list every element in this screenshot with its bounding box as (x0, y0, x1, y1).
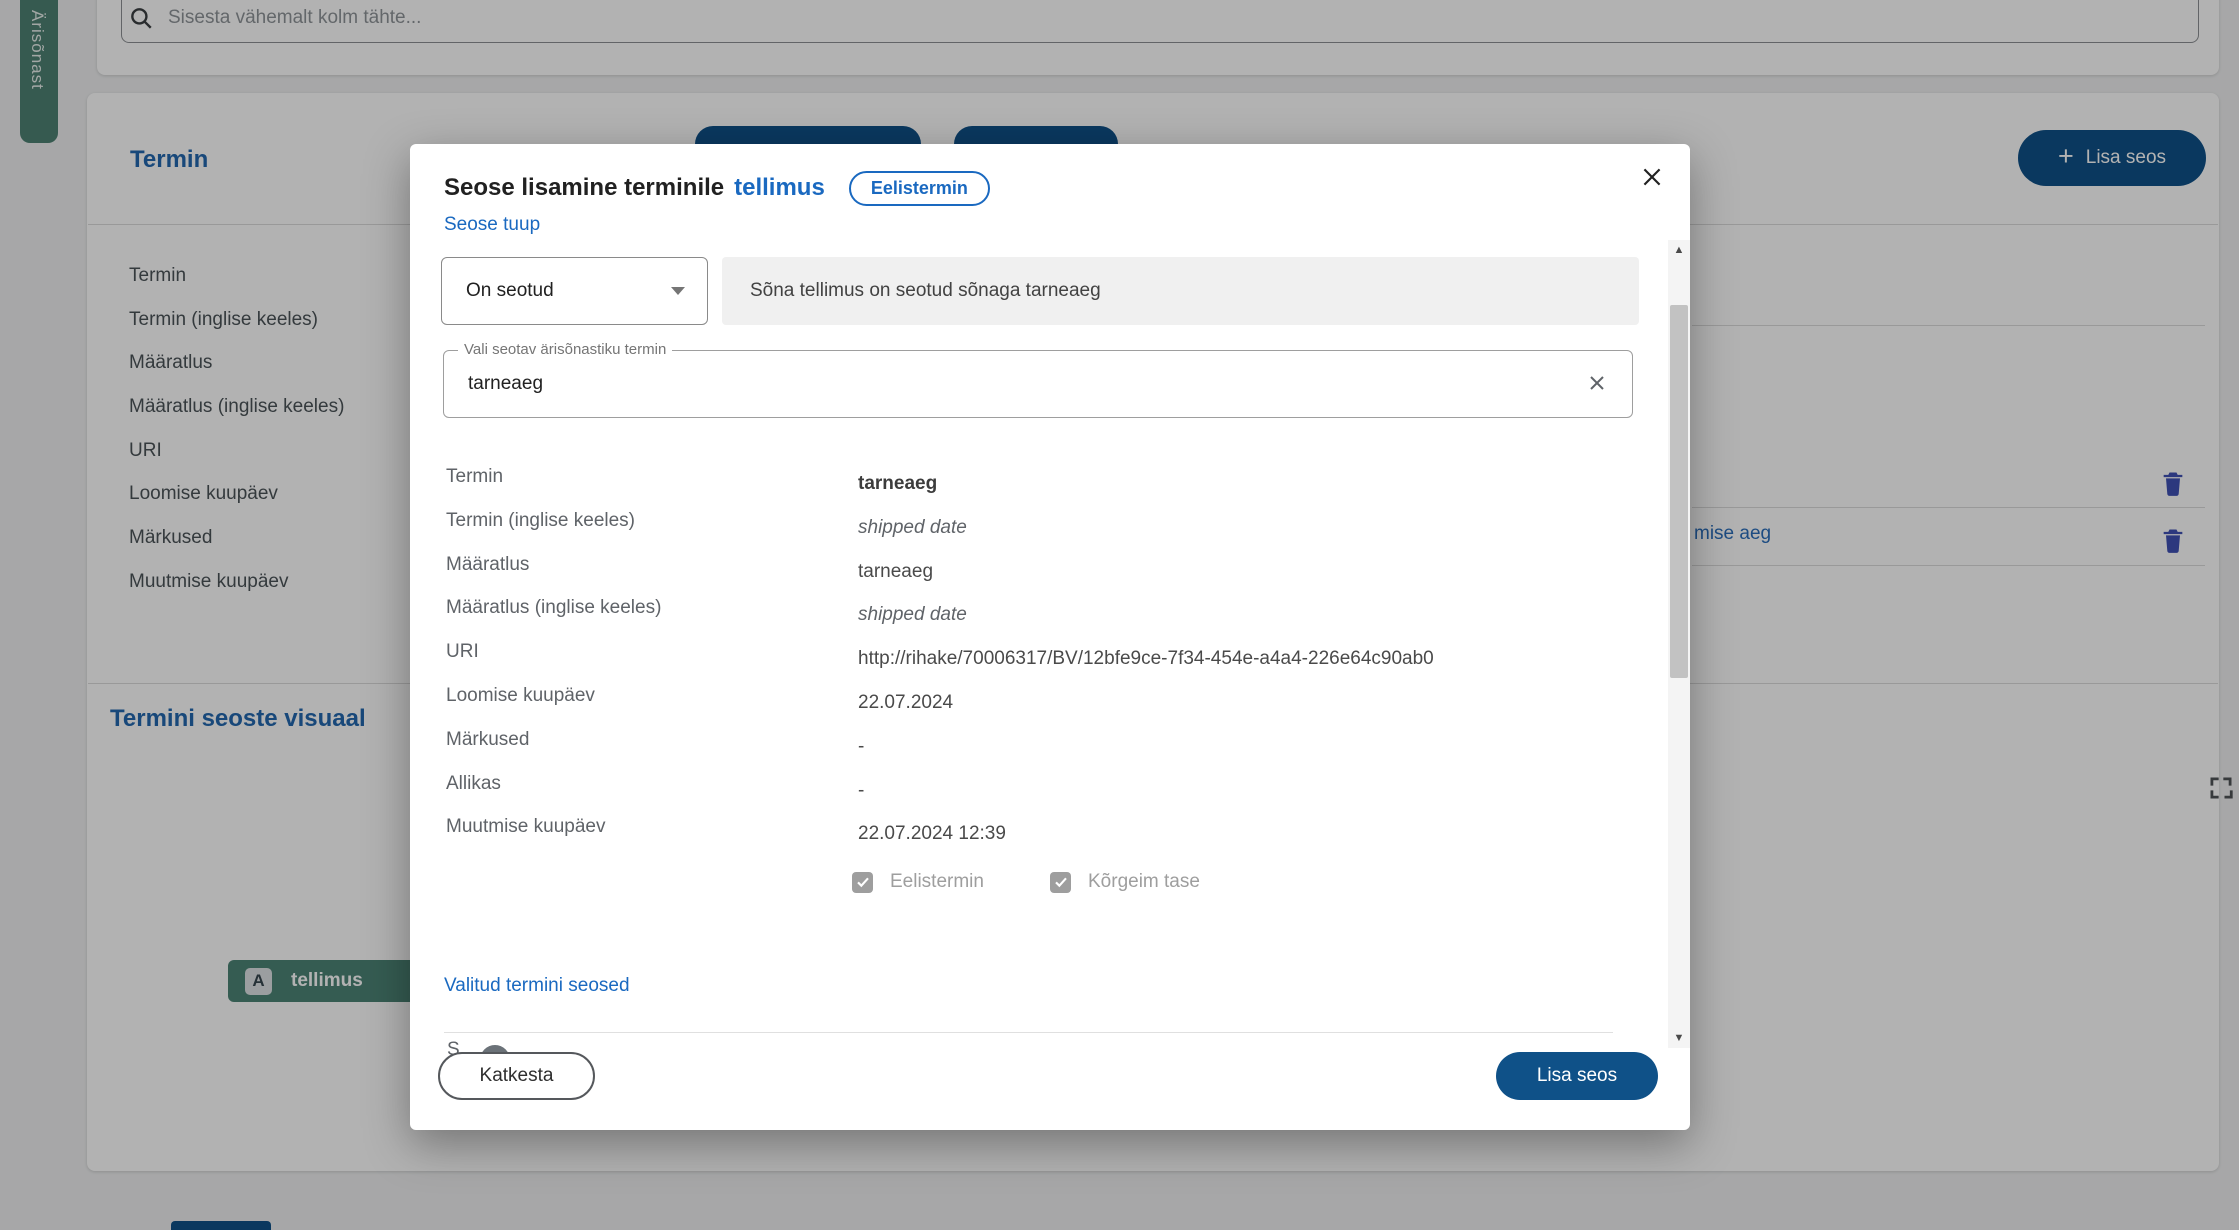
chevron-down-icon (671, 287, 685, 295)
divider (444, 1032, 1613, 1033)
dialog-title-term: tellimus (734, 174, 825, 202)
checkbox-label: Eelistermin (890, 871, 984, 893)
relation-type-section-label: Seose tuup (444, 214, 540, 236)
checkbox-group-korgeim-tase: Kõrgeim tase (1050, 871, 1200, 893)
detail-row: Muutmise kuupäev 22.07.2024 12:39 (446, 812, 1626, 856)
scroll-up-arrow-icon[interactable]: ▲ (1668, 240, 1690, 260)
cancel-button[interactable]: Katkesta (438, 1052, 595, 1100)
check-icon (855, 874, 871, 890)
checkbox-group-eelistermin: Eelistermin (852, 871, 984, 893)
selected-relations-section-label: Valitud termini seosed (444, 975, 630, 997)
detail-row: Loomise kuupäev 22.07.2024 (446, 681, 1626, 725)
add-relation-dialog: Seose lisamine terminile tellimus Eelist… (410, 144, 1690, 1130)
relation-type-select[interactable]: On seotud (441, 257, 708, 325)
close-icon[interactable] (1632, 158, 1672, 198)
detail-row: Termin tarneaeg (446, 462, 1626, 506)
term-details: Termin tarneaeg Termin (inglise keeles) … (446, 462, 1626, 856)
relation-sentence: Sõna tellimus on seotud sõnaga tarneaeg (722, 257, 1639, 325)
detail-row: Märkused - (446, 725, 1626, 769)
detail-row: Määratlus tarneaeg (446, 550, 1626, 594)
detail-row: Allikas - (446, 769, 1626, 813)
clear-icon[interactable] (1578, 365, 1616, 403)
term-search-field: Vali seotav ärisõnastiku termin (443, 350, 1633, 418)
relation-type-value: On seotud (466, 280, 671, 302)
submit-relation-button[interactable]: Lisa seos (1496, 1052, 1658, 1100)
detail-row: URI http://rihake/70006317/BV/12bfe9ce-7… (446, 637, 1626, 681)
checkbox-label: Kõrgeim tase (1088, 871, 1200, 893)
detail-row: Termin (inglise keeles) shipped date (446, 506, 1626, 550)
korgeim-tase-checkbox[interactable] (1050, 872, 1071, 893)
eelistermin-checkbox[interactable] (852, 872, 873, 893)
dialog-title-text: Seose lisamine terminile (444, 174, 724, 202)
scroll-down-arrow-icon[interactable]: ▼ (1668, 1028, 1690, 1048)
term-search-input[interactable] (468, 351, 1578, 417)
detail-row: Määratlus (inglise keeles) shipped date (446, 593, 1626, 637)
scrollbar-thumb[interactable] (1670, 305, 1688, 678)
check-icon (1053, 874, 1069, 890)
modal-scrollbar[interactable]: ▲ ▼ (1668, 240, 1690, 1048)
preferred-term-chip: Eelistermin (849, 171, 990, 206)
dialog-title: Seose lisamine terminile tellimus Eelist… (444, 168, 990, 208)
